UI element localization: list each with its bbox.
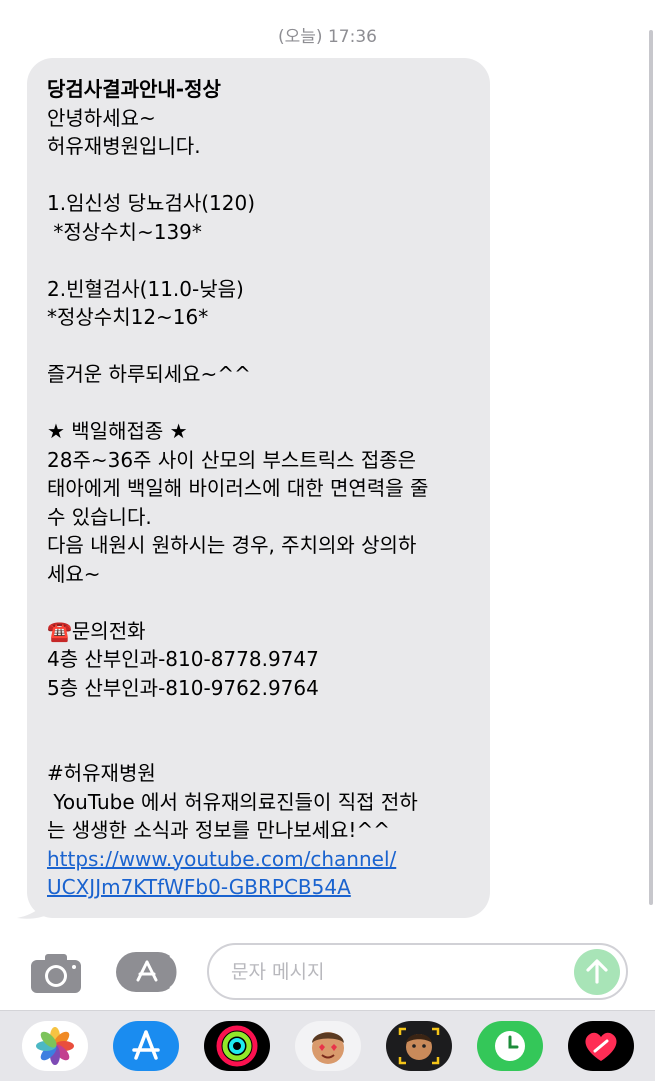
message-line [47,731,470,760]
message-line: 는 생생한 소식과 정보를 만나보세요!^^ [47,818,390,842]
message-line: 수 있습니다. [47,504,152,529]
youtube-link-cont[interactable]: UCXJJm7KTfWFb0-GBRPCB54A [47,873,470,902]
send-button[interactable] [574,949,620,995]
message-line: 허유재병원입니다. [47,134,201,158]
message-line: *정상수치12~16* [47,305,209,329]
message-line: 안녕하세요~ [47,105,156,130]
app-store-icon [132,1030,160,1060]
message-line [47,588,470,617]
activity-rings-icon [216,1025,258,1067]
message-line: 1.임신성 당뇨검사(120) [47,191,256,215]
message-line: *정상수치~139* [47,219,202,244]
digital-touch-app-icon[interactable] [568,1021,634,1071]
arrow-up-icon [586,959,608,984]
message-line: 2.빈혈검사(11.0-낮음) [47,276,244,301]
phone-5f[interactable]: 5층 산부인과-810-9762.9764 [47,674,470,703]
memoji-camera-app-icon[interactable] [386,1021,452,1071]
apps-drawer-edge [169,955,179,989]
message-line: 28주~36주 사이 산모의 부스트릭스 접종은 [47,447,417,472]
memoji-camera-icon [398,1027,440,1065]
activity-app-icon[interactable] [204,1021,270,1071]
message-line [47,246,470,275]
photos-icon [36,1027,74,1065]
phone-4f[interactable]: 4층 산부인과-810-8778.9747 [47,645,470,674]
message-line: ★ 백일해접종 ★ [47,419,188,443]
message-line: ☎️문의전화 [47,618,146,643]
message-line: YouTube 에서 허유재의료진들이 직접 전하 [47,789,418,814]
message-title: 당검사결과안내-정상 [47,77,221,101]
message-input[interactable] [207,943,628,1000]
message-timestamp: (오늘) 17:36 [278,27,377,47]
app-store-icon [136,960,158,982]
memoji-icon [312,1032,344,1064]
clock-icon [495,1031,525,1061]
message-line [47,389,470,418]
message-line [47,161,470,190]
scroll-indicator[interactable] [649,30,653,905]
message-bubble[interactable]: 당검사결과안내-정상 안녕하세요~ 허유재병원입니다. 1.임신성 당뇨검사(1… [27,58,490,918]
camera-icon[interactable] [30,952,82,994]
app-store-app-icon[interactable] [113,1021,179,1071]
message-line: 태아에게 백일해 바이러스에 대한 면연력을 줄 [47,476,429,500]
app-store-button[interactable] [116,952,179,992]
message-line: 즐거운 하루되세요~^^ [47,362,251,386]
message-line [47,702,470,731]
imessage-app-drawer [0,1010,655,1081]
heart-icon [585,1032,617,1061]
message-line: #허유재병원 [47,761,156,785]
youtube-link[interactable]: https://www.youtube.com/channel/ [47,845,470,874]
message-line [47,332,470,361]
memoji-stickers-app-icon[interactable] [295,1021,361,1071]
message-line: 세요~ [47,561,101,586]
photos-app-icon[interactable] [22,1021,88,1071]
find-my-app-icon[interactable] [477,1021,543,1071]
message-line: 다음 내원시 원하시는 경우, 주치의와 상의하 [47,533,417,557]
